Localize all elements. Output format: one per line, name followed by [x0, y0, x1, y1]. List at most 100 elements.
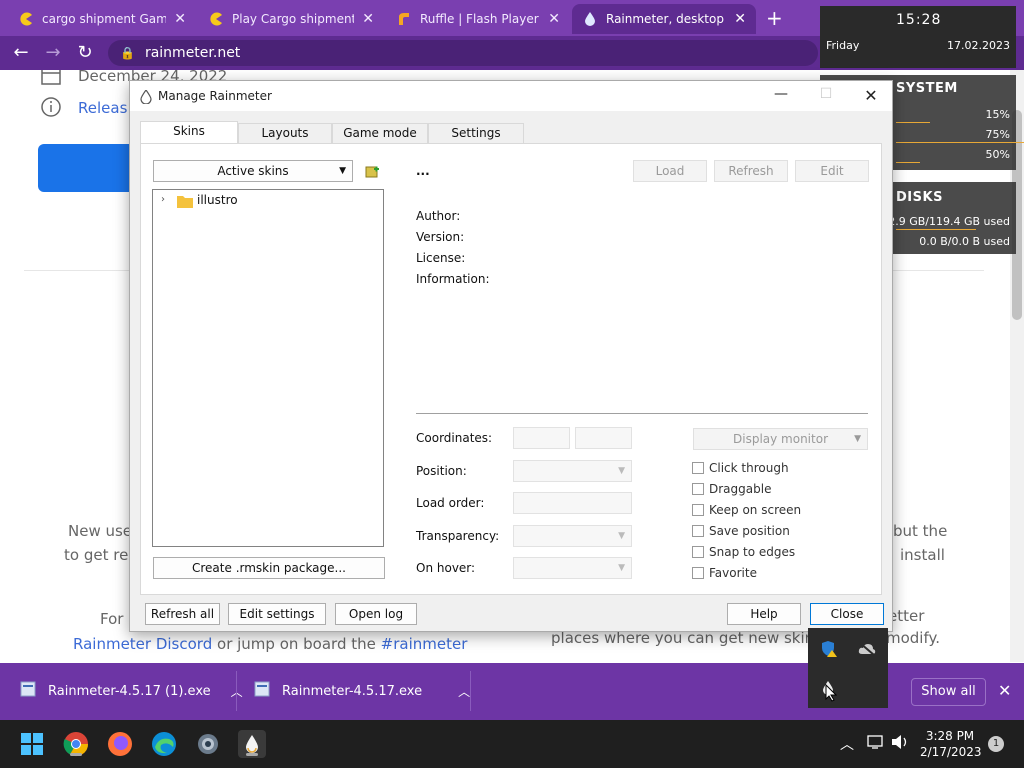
click-through-checkbox[interactable]: Click through [692, 461, 789, 475]
refresh-all-button[interactable]: Refresh all [145, 603, 220, 625]
url-input[interactable]: 🔒 rainmeter.net [108, 40, 818, 66]
rainmeter-drop-icon [582, 11, 598, 27]
clock-date: 17.02.2023 [947, 39, 1010, 52]
snap-to-edges-checkbox[interactable]: Snap to edges [692, 545, 795, 559]
shield-warning-icon[interactable] [820, 640, 838, 662]
open-log-button[interactable]: Open log [335, 603, 417, 625]
skins-tree[interactable]: › illustro [152, 189, 384, 547]
ram-bar [896, 142, 1024, 143]
chevron-down-icon: ▼ [618, 531, 625, 541]
download-item-1[interactable]: Rainmeter-4.5.17 (1).exe ︿ [20, 681, 243, 701]
coordinate-y-input[interactable] [575, 427, 632, 449]
page-text: but the [893, 522, 948, 540]
tab-skins[interactable]: Skins [140, 121, 238, 144]
tab-title: Play Cargo shipment - [232, 12, 355, 26]
show-all-button[interactable]: Show all [911, 678, 986, 706]
save-position-checkbox[interactable]: Save position [692, 524, 790, 538]
chevron-down-icon: ▼ [854, 434, 861, 444]
url-text: rainmeter.net [144, 45, 241, 61]
on-hover-dropdown[interactable]: ▼ [513, 557, 632, 579]
close-tab-icon[interactable]: ✕ [362, 11, 374, 27]
position-dropdown[interactable]: ▼ [513, 460, 632, 482]
forward-arrow-icon[interactable]: → [42, 42, 64, 64]
maximize-icon[interactable]: ☐ [811, 86, 841, 106]
skin-name: ... [416, 164, 430, 178]
version-label: Version: [416, 230, 465, 244]
close-tab-icon[interactable]: ✕ [548, 11, 560, 27]
browser-tab-4-active[interactable]: Rainmeter, desktop cus ✕ [572, 4, 756, 34]
tab-title: Ruffle | Flash Player em [420, 12, 540, 26]
notification-badge[interactable]: 1 [988, 736, 1004, 752]
edge-icon[interactable] [150, 730, 178, 758]
transparency-label: Transparency: [416, 529, 500, 543]
chevron-right-icon[interactable]: › [161, 194, 165, 205]
page-text: or jump on board the [217, 635, 376, 653]
clock-day: Friday [826, 39, 860, 52]
draggable-checkbox[interactable]: Draggable [692, 482, 771, 496]
clock-time: 15:28 [896, 12, 942, 28]
refresh-button[interactable]: Refresh [714, 160, 788, 182]
download-filename: Rainmeter-4.5.17.exe [282, 683, 423, 699]
close-tab-icon[interactable]: ✕ [174, 11, 186, 27]
tree-item-illustro[interactable]: illustro [197, 193, 238, 207]
clock-widget[interactable]: 15:28 Friday 17.02.2023 [820, 6, 1016, 68]
back-arrow-icon[interactable]: ← [10, 42, 32, 64]
load-button[interactable]: Load [633, 160, 707, 182]
network-icon[interactable] [866, 734, 884, 754]
firefox-icon[interactable] [106, 730, 134, 758]
checkbox-label: Draggable [709, 482, 772, 496]
active-skins-dropdown[interactable]: Active skins ▼ [153, 160, 353, 182]
favorite-checkbox[interactable]: Favorite [692, 566, 757, 580]
close-tab-icon[interactable]: ✕ [734, 11, 746, 27]
divider [470, 671, 471, 711]
cloud-offline-icon[interactable] [858, 641, 876, 660]
tab-title: cargo shipment Games [42, 12, 167, 26]
discord-link[interactable]: Rainmeter Discord [73, 635, 212, 653]
keep-on-screen-checkbox[interactable]: Keep on screen [692, 503, 801, 517]
windows-taskbar: ︿ 3:28 PM 2/17/2023 1 [0, 720, 1024, 768]
page-text: modify. [886, 629, 941, 647]
close-icon[interactable]: ✕ [856, 86, 886, 106]
reload-icon[interactable]: ↻ [74, 42, 96, 64]
settings-gear-icon[interactable] [194, 730, 222, 758]
rainmeter-channel-link[interactable]: #rainmeter [381, 635, 468, 653]
folder-icon [177, 193, 193, 212]
load-order-input[interactable] [513, 492, 632, 514]
browser-tab-1[interactable]: cargo shipment Games ✕ [8, 4, 196, 34]
add-skin-folder-icon[interactable] [364, 163, 380, 183]
active-skins-label: Active skins [217, 164, 289, 178]
tab-game-mode[interactable]: Game mode [332, 123, 428, 143]
volume-icon[interactable] [890, 733, 910, 755]
information-label: Information: [416, 272, 490, 286]
minimize-icon[interactable]: — [766, 86, 796, 106]
chevron-up-icon[interactable]: ︿ [840, 734, 854, 754]
page-text: install [900, 546, 945, 564]
display-monitor-button[interactable]: Display monitor ▼ [693, 428, 868, 450]
close-button[interactable]: Close [810, 603, 884, 625]
edit-button[interactable]: Edit [795, 160, 869, 182]
edit-settings-button[interactable]: Edit settings [228, 603, 326, 625]
browser-tab-2[interactable]: Play Cargo shipment - ✕ [198, 4, 384, 34]
windows-start-icon[interactable] [18, 730, 46, 758]
taskbar-clock[interactable]: 3:28 PM 2/17/2023 [920, 728, 982, 760]
dialog-titlebar[interactable]: Manage Rainmeter — ☐ ✕ [130, 81, 892, 111]
display-monitor-label: Display monitor [733, 432, 828, 446]
close-downloads-icon[interactable]: ✕ [998, 681, 1011, 700]
taskbar-time: 3:28 PM [925, 729, 975, 743]
new-tab-button[interactable]: + [766, 6, 783, 30]
tab-layouts[interactable]: Layouts [238, 123, 332, 143]
create-rmskin-package-button[interactable]: Create .rmskin package... [153, 557, 385, 579]
tab-settings[interactable]: Settings [428, 123, 524, 143]
coordinate-x-input[interactable] [513, 427, 570, 449]
release-link[interactable]: Releas [78, 99, 127, 117]
position-label: Position: [416, 464, 467, 478]
rainmeter-taskbar-icon[interactable] [238, 730, 266, 758]
ram-value: 75% [985, 128, 1010, 141]
browser-tab-3[interactable]: Ruffle | Flash Player em ✕ [386, 4, 570, 34]
chrome-icon[interactable] [62, 730, 90, 758]
chevron-up-icon[interactable]: ︿ [458, 683, 470, 700]
transparency-dropdown[interactable]: ▼ [513, 525, 632, 547]
help-button[interactable]: Help [727, 603, 801, 625]
checkbox-label: Snap to edges [709, 545, 796, 559]
download-item-2[interactable]: Rainmeter-4.5.17.exe ︿ [254, 681, 470, 701]
